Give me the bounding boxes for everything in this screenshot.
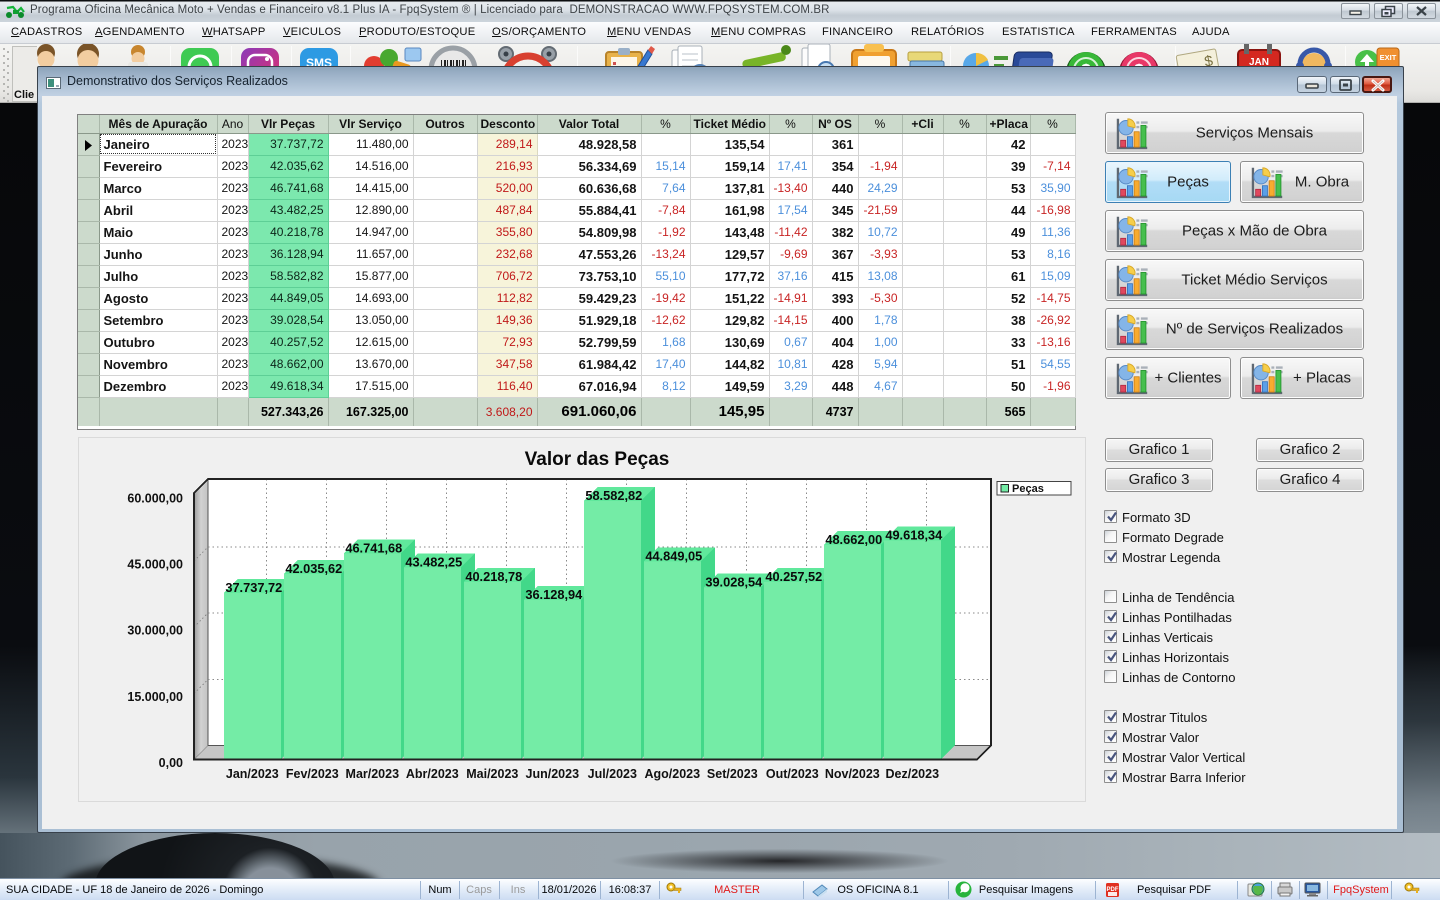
svg-text:Mar/2023: Mar/2023 [346,767,400,781]
svg-text:0,00: 0,00 [159,756,183,770]
svg-text:48.662,00: 48.662,00 [825,532,882,547]
svg-text:Set/2023: Set/2023 [707,767,758,781]
svg-text:36.128,94: 36.128,94 [525,587,583,602]
svg-text:Valor das Peças: Valor das Peças [525,449,670,470]
svg-text:PDF: PDF [1107,887,1119,893]
svg-text:42.035,62: 42.035,62 [285,561,342,576]
svg-text:39.028,54: 39.028,54 [705,574,763,589]
svg-text:Jul/2023: Jul/2023 [588,767,637,781]
svg-text:Nov/2023: Nov/2023 [825,767,880,781]
svg-text:58.582,82: 58.582,82 [585,488,642,503]
svg-text:Peças: Peças [1012,483,1044,495]
svg-text:15.000,00: 15.000,00 [127,690,183,704]
svg-text:30.000,00: 30.000,00 [127,624,183,638]
svg-text:40.218,78: 40.218,78 [465,569,522,584]
svg-text:40.257,52: 40.257,52 [765,569,822,584]
svg-text:43.482,25: 43.482,25 [405,555,462,570]
svg-text:Jun/2023: Jun/2023 [526,767,580,781]
svg-text:Jan/2023: Jan/2023 [226,767,279,781]
svg-text:45.000,00: 45.000,00 [127,558,183,572]
svg-text:44.849,05: 44.849,05 [645,549,702,564]
svg-text:Dez/2023: Dez/2023 [886,767,940,781]
svg-text:Ago/2023: Ago/2023 [645,767,701,781]
svg-text:37.737,72: 37.737,72 [225,580,282,595]
svg-text:Mai/2023: Mai/2023 [466,767,518,781]
svg-text:60.000,00: 60.000,00 [127,491,183,505]
svg-text:Out/2023: Out/2023 [766,767,819,781]
svg-text:46.741,68: 46.741,68 [345,540,402,555]
svg-text:49.618,34: 49.618,34 [885,528,943,543]
svg-text:Abr/2023: Abr/2023 [406,767,459,781]
svg-text:EXIT: EXIT [1380,53,1397,62]
svg-text:Fev/2023: Fev/2023 [286,767,339,781]
